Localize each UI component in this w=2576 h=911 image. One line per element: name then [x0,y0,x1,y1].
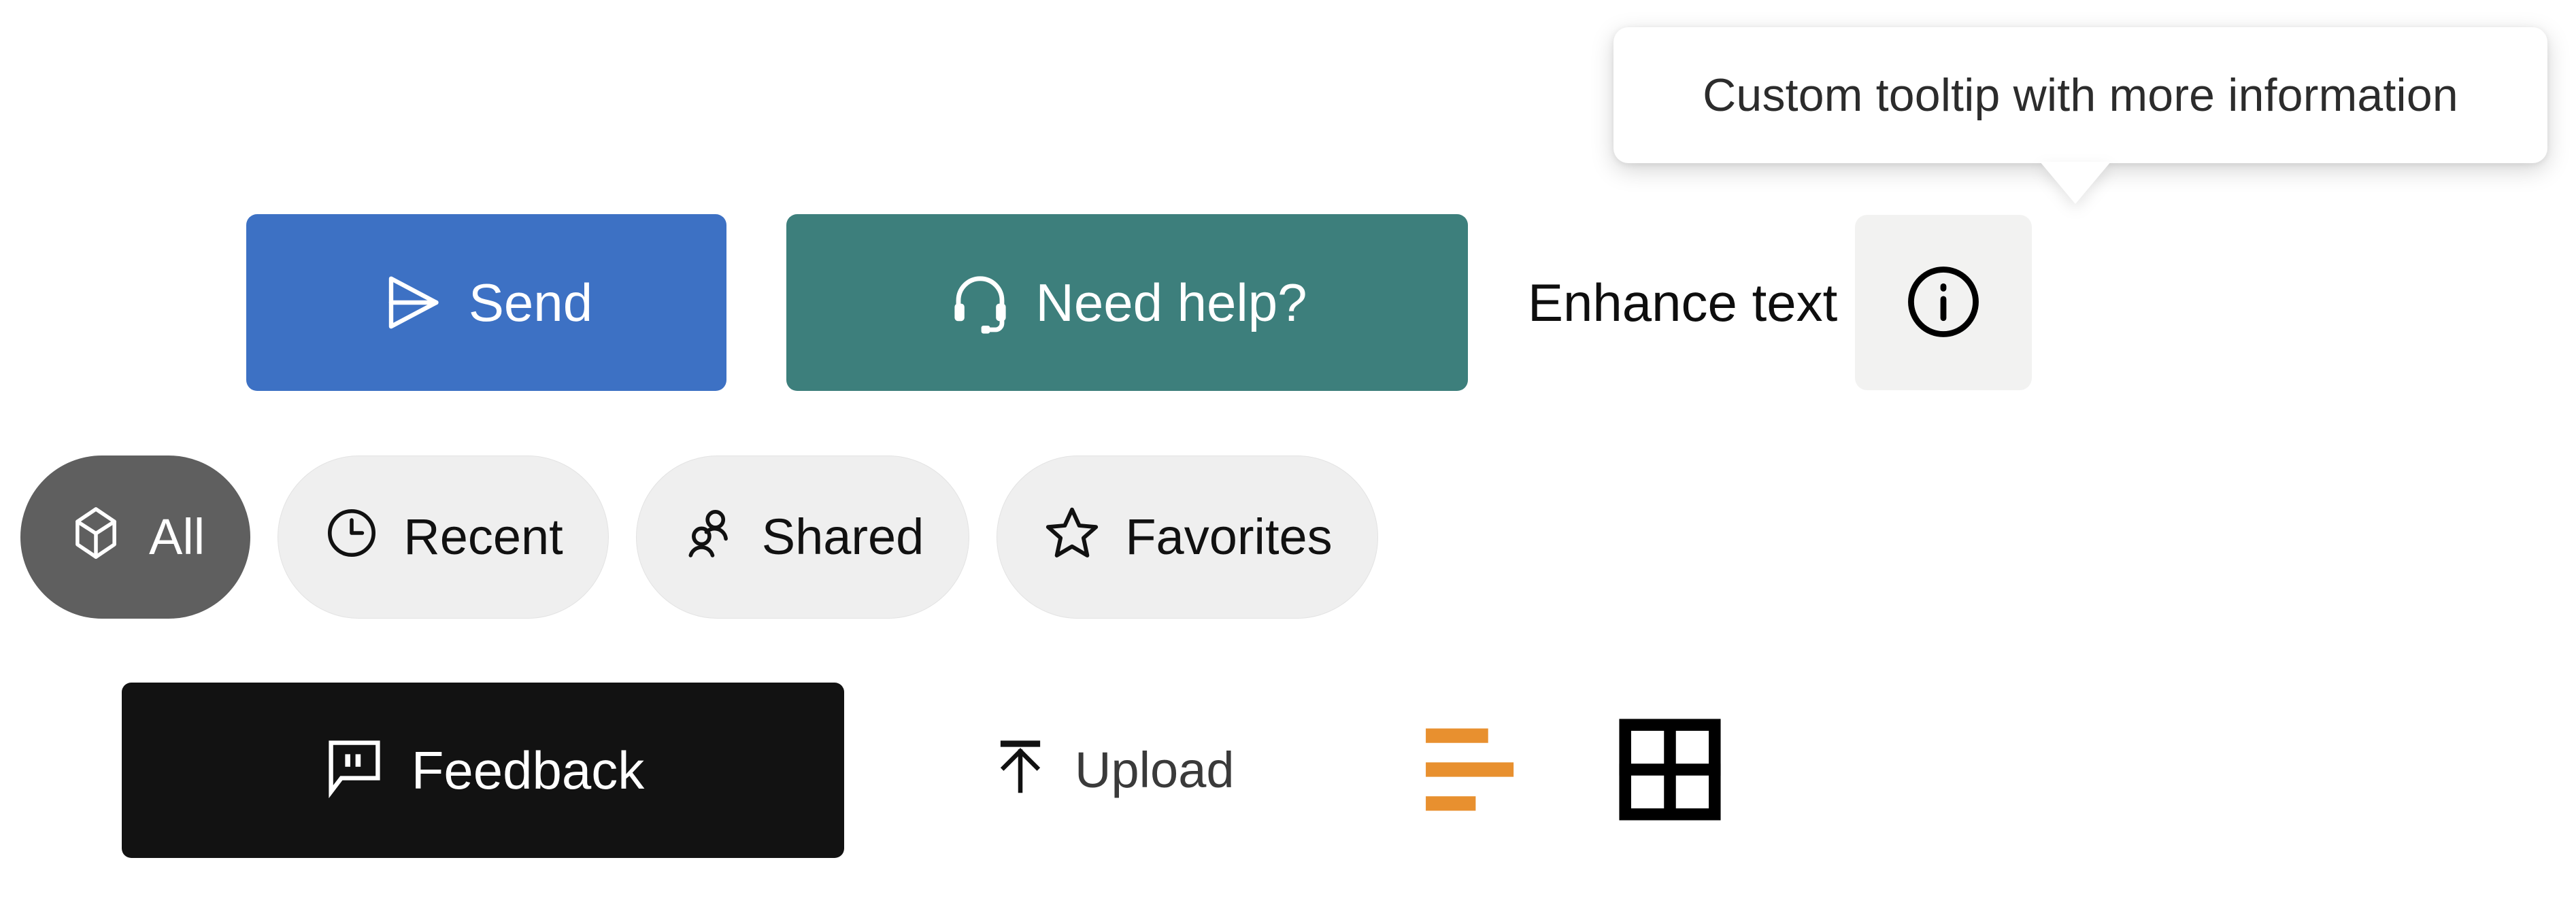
info-button[interactable] [1855,215,2033,390]
people-icon [682,504,739,570]
arrow-up-to-line-icon [989,735,1052,806]
app-root: Custom tooltip with more information Sen… [0,0,2576,911]
need-help-button-label: Need help? [1035,273,1307,332]
info-circle-icon [1901,260,1986,346]
grid-2x2-icon [1613,712,1727,829]
feedback-button-label: Feedback [411,740,645,800]
upload-button-label: Upload [1075,742,1235,798]
send-button-label: Send [468,273,593,332]
cube-icon [66,503,126,571]
tooltip: Custom tooltip with more information [1613,27,2547,204]
star-icon [1042,503,1102,571]
filter-pill-all-label: All [149,509,205,565]
tooltip-bubble: Custom tooltip with more information [1613,27,2547,163]
paper-plane-icon [380,270,446,335]
filter-pill-shared[interactable]: Shared [635,456,970,619]
need-help-button[interactable]: Need help? [786,214,1468,391]
enhance-text-label: Enhance text [1528,273,1838,332]
filter-pill-row: All Recent Shared Favorites [20,456,1378,619]
tooltip-text: Custom tooltip with more information [1703,69,2458,121]
enhance-text-group: Enhance text [1528,215,2033,390]
utility-row: Feedback Upload [122,683,1727,858]
clock-icon [323,504,380,570]
filter-pill-favorites[interactable]: Favorites [997,456,1378,619]
action-button-row: Send Need help? Enhance text [246,214,2033,391]
headset-icon [948,270,1013,335]
filter-pill-recent[interactable]: Recent [278,456,609,619]
list-view-button[interactable] [1413,710,1533,831]
feedback-button[interactable]: Feedback [122,683,844,858]
send-button[interactable]: Send [246,214,726,391]
tooltip-arrow-icon [2040,162,2111,204]
filter-pill-favorites-label: Favorites [1125,509,1333,565]
chat-quote-icon [322,734,387,807]
list-lines-icon [1413,710,1533,831]
filter-pill-all[interactable]: All [20,456,251,619]
grid-view-button[interactable] [1613,712,1727,829]
upload-button[interactable]: Upload [989,735,1235,806]
filter-pill-recent-label: Recent [403,509,563,565]
filter-pill-shared-label: Shared [761,509,924,565]
